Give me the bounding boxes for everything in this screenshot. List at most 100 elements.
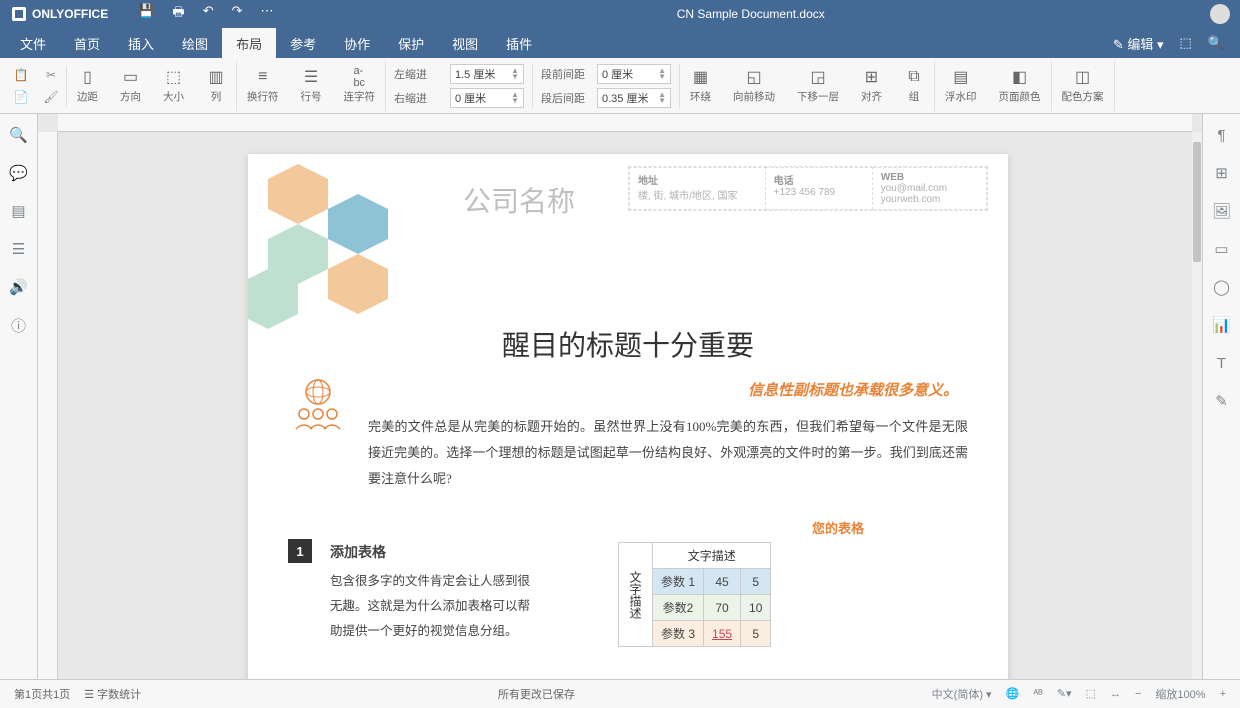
orientation-button[interactable]: ▭方向 xyxy=(114,65,147,106)
fit-page-icon[interactable]: ⬚ xyxy=(1086,687,1096,700)
send-backward-button[interactable]: ◲下移一层 xyxy=(791,65,845,106)
document-title: CN Sample Document.docx xyxy=(292,7,1210,21)
undo-icon[interactable]: ↶ xyxy=(203,3,214,25)
spellcheck-icon[interactable]: 🌐 xyxy=(1006,687,1020,700)
breaks-button[interactable]: ≡换行符 xyxy=(241,65,285,106)
line-numbers-icon: ☰ xyxy=(301,67,321,87)
before-spacing-label: 段前间距 xyxy=(541,66,591,82)
image-settings-icon[interactable]: 🖼 xyxy=(1213,202,1231,220)
bring-forward-button[interactable]: ◱向前移动 xyxy=(727,65,781,106)
workspace: 🔍 💬 ▤ ☰ 🔊 ⓘ 公司名称 地址楼, 街, 城市/地区, 国家 电话+12… xyxy=(0,114,1240,679)
abc-icon[interactable]: ᴬᴮ xyxy=(1033,688,1043,700)
table-settings-icon[interactable]: ⊞ xyxy=(1213,164,1231,182)
navigation-icon[interactable]: ▤ xyxy=(10,202,28,220)
ribbon: 📋 📄 ✂ 🖌 ▯边距 ▭方向 ⬚大小 ▥列 ≡换行符 ☰行号 a-bc连字符 … xyxy=(0,58,1240,114)
group-icon: ⧉ xyxy=(904,67,924,87)
header-footer-icon[interactable]: ▭ xyxy=(1213,240,1231,258)
fit-width-icon[interactable]: ↔ xyxy=(1110,688,1121,700)
hyphenation-button[interactable]: a-bc连字符 xyxy=(338,65,382,106)
tab-plugins[interactable]: 插件 xyxy=(492,28,546,59)
chart-settings-icon[interactable]: 📊 xyxy=(1213,316,1231,334)
size-icon: ⬚ xyxy=(164,67,184,87)
quick-access: 💾 🖶 ↶ ↷ ⋯ xyxy=(120,3,291,25)
tab-protection[interactable]: 保护 xyxy=(384,28,438,59)
right-indent-input[interactable]: 0 厘米▲▼ xyxy=(450,88,524,108)
info-icon[interactable]: ⓘ xyxy=(10,316,28,334)
headings-icon[interactable]: ☰ xyxy=(10,240,28,258)
line-numbers-button[interactable]: ☰行号 xyxy=(295,65,328,106)
format-painter-icon[interactable]: 🖌 xyxy=(42,88,60,106)
edit-mode[interactable]: ✎ 编辑 ▾ xyxy=(1113,34,1164,53)
tab-references[interactable]: 参考 xyxy=(276,28,330,59)
search-icon[interactable]: 🔍 xyxy=(1208,35,1224,51)
align-button[interactable]: ⊞对齐 xyxy=(855,65,888,106)
vertical-scrollbar[interactable] xyxy=(1192,132,1202,679)
size-button[interactable]: ⬚大小 xyxy=(157,65,190,106)
document-main-title: 醒目的标题十分重要 xyxy=(248,324,1008,364)
section-body: 包含很多字的文件肯定会让人感到很无趣。这就是为什么添加表格可以帮助提供一个更好的… xyxy=(330,569,540,644)
paragraph-settings-icon[interactable]: ¶ xyxy=(1213,126,1231,144)
group-button[interactable]: ⧉组 xyxy=(898,65,930,106)
horizontal-ruler[interactable] xyxy=(58,114,1192,132)
tab-file[interactable]: 文件 xyxy=(6,28,60,59)
copy-icon[interactable]: 📋 xyxy=(12,66,30,84)
after-spacing-input[interactable]: 0.35 厘米▲▼ xyxy=(597,88,671,108)
cut-icon[interactable]: ✂ xyxy=(42,66,60,84)
zoom-in-icon[interactable]: + xyxy=(1220,688,1226,700)
tab-insert[interactable]: 插入 xyxy=(114,28,168,59)
hyphenation-icon: a-bc xyxy=(349,67,369,87)
comments-icon[interactable]: 💬 xyxy=(10,164,28,182)
open-location-icon[interactable]: ⬚ xyxy=(1180,35,1192,51)
margins-button[interactable]: ▯边距 xyxy=(71,65,104,106)
zoom-level[interactable]: 缩放100% xyxy=(1155,686,1205,702)
redo-icon[interactable]: ↷ xyxy=(232,3,243,25)
app-name: ONLYOFFICE xyxy=(32,7,108,21)
bring-forward-icon: ◱ xyxy=(744,67,764,87)
user-avatar[interactable] xyxy=(1210,4,1230,24)
status-bar: 第1页共1页 ☰ 字数统计 所有更改已保存 中文(简体) ▾ 🌐 ᴬᴮ ✎▾ ⬚… xyxy=(0,679,1240,707)
page-color-icon: ◧ xyxy=(1010,67,1030,87)
columns-button[interactable]: ▥列 xyxy=(200,65,232,106)
document-table: 文字描述文字描述 参数 1455 参数27010 参数 31555 xyxy=(618,542,771,647)
send-backward-icon: ◲ xyxy=(808,67,828,87)
before-spacing-input[interactable]: 0 厘米▲▼ xyxy=(597,64,671,84)
section-number: 1 xyxy=(288,539,312,563)
print-icon[interactable]: 🖶 xyxy=(172,3,184,25)
color-scheme-button[interactable]: ◫配色方案 xyxy=(1056,65,1110,106)
page-color-button[interactable]: ◧页面颜色 xyxy=(993,65,1047,106)
watermark-icon: ▤ xyxy=(951,67,971,87)
shape-settings-icon[interactable]: ◯ xyxy=(1213,278,1231,296)
track-changes-icon[interactable]: ✎▾ xyxy=(1057,687,1072,700)
tab-collaboration[interactable]: 协作 xyxy=(330,28,384,59)
more-icon[interactable]: ⋯ xyxy=(261,3,274,25)
tab-home[interactable]: 首页 xyxy=(60,28,114,59)
header-info-table: 地址楼, 街, 城市/地区, 国家 电话+123 456 789 WEByou@… xyxy=(628,166,988,211)
document-canvas[interactable]: 公司名称 地址楼, 街, 城市/地区, 国家 电话+123 456 789 WE… xyxy=(38,114,1202,679)
decorative-hexagons xyxy=(248,154,428,334)
speaker-icon[interactable]: 🔊 xyxy=(10,278,28,296)
logo-icon xyxy=(12,7,26,21)
save-icon[interactable]: 💾 xyxy=(138,3,154,25)
right-sidebar: ¶ ⊞ 🖼 ▭ ◯ 📊 T ✎ xyxy=(1202,114,1240,679)
table-title: 您的表格 xyxy=(708,518,968,537)
signature-icon[interactable]: ✎ xyxy=(1213,392,1231,410)
left-indent-label: 左缩进 xyxy=(394,66,444,82)
align-icon: ⊞ xyxy=(862,67,882,87)
paste-icon[interactable]: 📄 xyxy=(12,88,30,106)
right-indent-label: 右缩进 xyxy=(394,90,444,106)
document-subtitle: 信息性副标题也承载很多意义。 xyxy=(748,379,958,400)
word-count[interactable]: ☰ 字数统计 xyxy=(84,686,141,702)
tab-view[interactable]: 视图 xyxy=(438,28,492,59)
tab-layout[interactable]: 布局 xyxy=(222,28,276,59)
text-art-icon[interactable]: T xyxy=(1213,354,1231,372)
tab-draw[interactable]: 绘图 xyxy=(168,28,222,59)
document-page[interactable]: 公司名称 地址楼, 街, 城市/地区, 国家 电话+123 456 789 WE… xyxy=(248,154,1008,679)
page-count[interactable]: 第1页共1页 xyxy=(14,686,70,702)
left-indent-input[interactable]: 1.5 厘米▲▼ xyxy=(450,64,524,84)
find-icon[interactable]: 🔍 xyxy=(10,126,28,144)
doc-language[interactable]: 中文(简体) ▾ xyxy=(932,686,992,702)
vertical-ruler[interactable] xyxy=(38,132,58,679)
watermark-button[interactable]: ▤浮水印 xyxy=(939,65,983,106)
zoom-out-icon[interactable]: − xyxy=(1135,688,1141,700)
wrap-button[interactable]: ▦环绕 xyxy=(684,65,717,106)
